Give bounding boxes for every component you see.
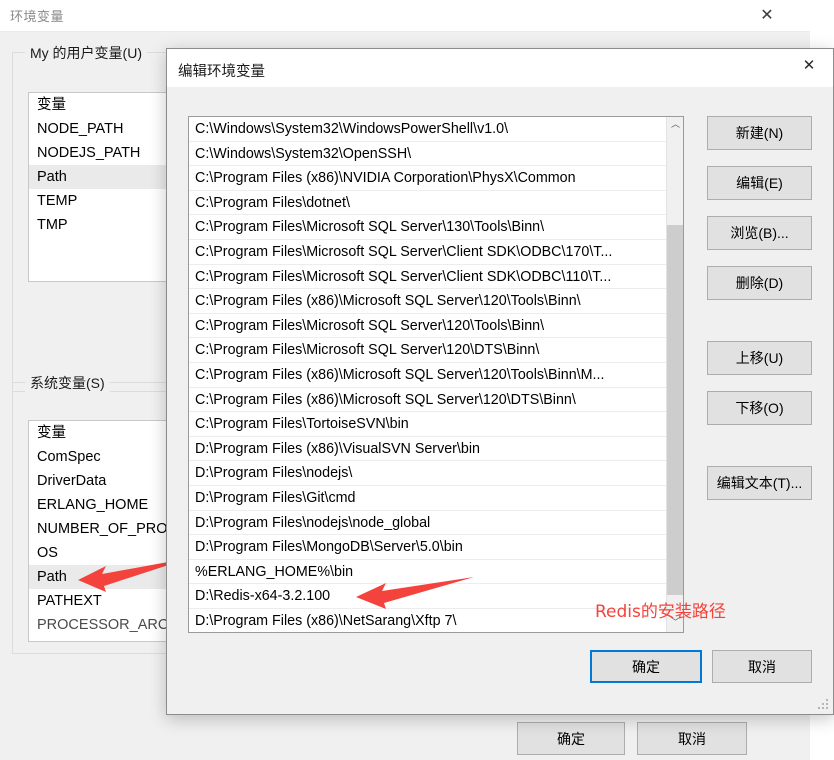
- list-item[interactable]: C:\Program Files (x86)\Microsoft SQL Ser…: [189, 289, 666, 314]
- delete-button[interactable]: 删除(D): [707, 266, 812, 300]
- user-variables-legend: My 的用户变量(U): [25, 43, 147, 63]
- close-icon[interactable]: ✕: [787, 50, 831, 80]
- move-down-button[interactable]: 下移(O): [707, 391, 812, 425]
- window-title: 环境变量: [10, 9, 65, 24]
- cancel-button[interactable]: 取消: [637, 722, 747, 755]
- list-item[interactable]: D:\Program Files\MongoDB\Server\5.0\bin: [189, 535, 666, 560]
- path-entries-list-inner: C:\Windows\System32\WindowsPowerShell\v1…: [189, 117, 666, 632]
- close-icon[interactable]: ✕: [750, 3, 784, 27]
- list-item[interactable]: C:\Program Files\Microsoft SQL Server\12…: [189, 338, 666, 363]
- list-item[interactable]: C:\Program Files\Microsoft SQL Server\13…: [189, 215, 666, 240]
- system-variables-legend: 系统变量(S): [25, 373, 110, 393]
- list-item[interactable]: C:\Program Files\Microsoft SQL Server\Cl…: [189, 240, 666, 265]
- redis-annotation-label: Redis的安装路径: [595, 602, 726, 622]
- list-item[interactable]: C:\Program Files (x86)\NVIDIA Corporatio…: [189, 166, 666, 191]
- edit-button[interactable]: 编辑(E): [707, 166, 812, 200]
- red-arrow-to-redis-path: [356, 577, 474, 609]
- list-item[interactable]: D:\Program Files\Git\cmd: [189, 486, 666, 511]
- dialog-ok-button[interactable]: 确定: [590, 650, 702, 683]
- list-item[interactable]: C:\Program Files (x86)\Microsoft SQL Ser…: [189, 363, 666, 388]
- new-button[interactable]: 新建(N): [707, 116, 812, 150]
- resize-grip[interactable]: [818, 699, 830, 711]
- list-item[interactable]: C:\Program Files\Microsoft SQL Server\12…: [189, 314, 666, 339]
- dialog-titlebar: 编辑环境变量 ✕: [167, 49, 833, 87]
- list-item[interactable]: C:\Program Files\Microsoft SQL Server\Cl…: [189, 265, 666, 290]
- move-up-button[interactable]: 上移(U): [707, 341, 812, 375]
- list-item[interactable]: C:\Windows\System32\WindowsPowerShell\v1…: [189, 117, 666, 142]
- list-item[interactable]: C:\Program Files\TortoiseSVN\bin: [189, 412, 666, 437]
- list-item[interactable]: D:\Program Files\nodejs\node_global: [189, 511, 666, 536]
- dialog-cancel-button[interactable]: 取消: [712, 650, 812, 683]
- list-item[interactable]: C:\Program Files (x86)\Microsoft SQL Ser…: [189, 388, 666, 413]
- list-item[interactable]: D:\Program Files (x86)\VisualSVN Server\…: [189, 437, 666, 462]
- edit-text-button[interactable]: 编辑文本(T)...: [707, 466, 812, 500]
- path-entries-list[interactable]: C:\Windows\System32\WindowsPowerShell\v1…: [188, 116, 684, 633]
- chevron-up-icon[interactable]: ︿: [667, 117, 683, 134]
- edit-environment-variable-dialog: 编辑环境变量 ✕ C:\Windows\System32\WindowsPowe…: [166, 48, 834, 715]
- background-titlebar: 环境变量 ✕: [0, 0, 810, 31]
- path-list-scrollbar[interactable]: ︿ ﹀: [666, 117, 683, 632]
- scrollbar-thumb[interactable]: [667, 225, 683, 595]
- browse-button[interactable]: 浏览(B)...: [707, 216, 812, 250]
- list-item[interactable]: C:\Program Files\dotnet\: [189, 191, 666, 216]
- list-item[interactable]: C:\Windows\System32\OpenSSH\: [189, 142, 666, 167]
- ok-button[interactable]: 确定: [517, 722, 625, 755]
- dialog-title: 编辑环境变量: [178, 64, 265, 80]
- list-item[interactable]: D:\Program Files\nodejs\: [189, 461, 666, 486]
